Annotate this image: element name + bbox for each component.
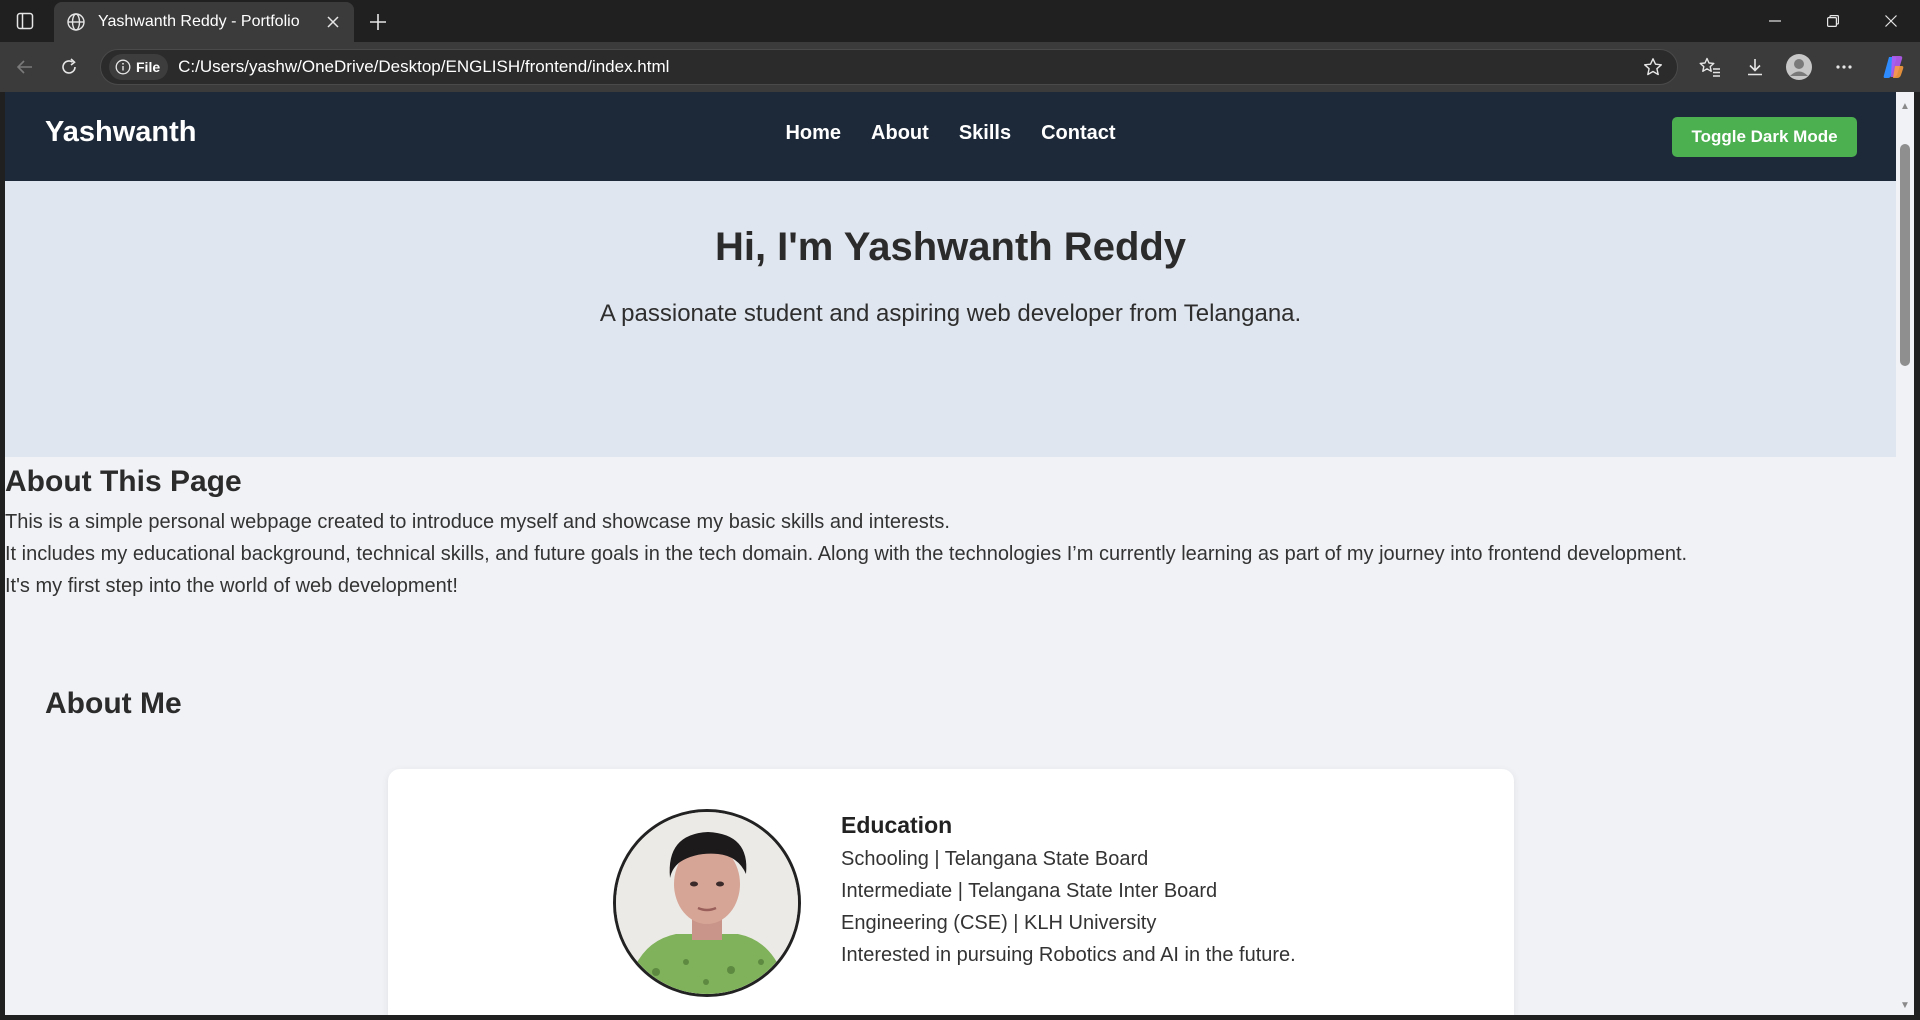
favorites-icon[interactable] <box>1695 52 1725 82</box>
education-title: Education <box>841 812 953 838</box>
hero-subheading: A passionate student and aspiring web de… <box>599 300 1302 327</box>
about-page-title: About This Page <box>5 465 242 498</box>
about-page-line: This is a simple personal webpage create… <box>5 511 950 533</box>
about-me-title: About Me <box>45 687 182 720</box>
info-icon <box>115 59 131 75</box>
hero-heading: Hi, I'm Yashwanth Reddy <box>714 225 1187 269</box>
hero-section: Hi, I'm Yashwanth Reddy A passionate stu… <box>5 181 1896 457</box>
restore-icon[interactable] <box>1810 6 1856 36</box>
page-scrollbar[interactable]: ▲ ▼ <box>1896 92 1914 1015</box>
address-bar[interactable]: File C:/Users/yashw/OneDrive/Desktop/ENG… <box>100 49 1678 85</box>
nav-link-about[interactable]: About <box>871 122 929 145</box>
site-info-button[interactable]: File <box>109 54 169 80</box>
education-line: Intermediate | Telangana State Inter Boa… <box>841 880 1218 902</box>
close-icon[interactable] <box>322 11 344 33</box>
site-info-label: File <box>136 59 161 75</box>
site-header: Yashwanth Home About Skills Contact Togg… <box>5 92 1896 181</box>
copilot-icon[interactable] <box>1878 52 1908 82</box>
page-viewport: Yashwanth Home About Skills Contact Togg… <box>5 92 1896 1015</box>
window-close-icon[interactable] <box>1868 6 1914 36</box>
scroll-down-icon[interactable]: ▼ <box>1899 999 1911 1011</box>
scroll-up-icon[interactable]: ▲ <box>1899 100 1911 112</box>
reload-icon[interactable] <box>54 52 84 82</box>
tab-actions-icon[interactable] <box>12 8 38 34</box>
tab-strip: Yashwanth Reddy - Portfolio <box>0 0 1920 42</box>
nav-link-skills[interactable]: Skills <box>959 122 1011 145</box>
toggle-dark-mode-button[interactable]: Toggle Dark Mode <box>1672 117 1857 157</box>
browser-toolbar: File C:/Users/yashw/OneDrive/Desktop/ENG… <box>0 42 1920 92</box>
plus-icon[interactable] <box>364 8 392 36</box>
browser-tab[interactable]: Yashwanth Reddy - Portfolio <box>54 2 354 42</box>
education-line: Interested in pursuing Robotics and AI i… <box>841 944 1296 966</box>
tab-title: Yashwanth Reddy - Portfolio <box>98 13 300 30</box>
about-me-card: Education Schooling | Telangana State Bo… <box>388 769 1514 1015</box>
star-icon[interactable] <box>1639 53 1667 81</box>
more-icon[interactable] <box>1829 52 1859 82</box>
about-page-line: It's my first step into the world of web… <box>5 575 458 597</box>
globe-icon <box>66 12 86 32</box>
profile-icon[interactable] <box>1784 52 1814 82</box>
nav-link-contact[interactable]: Contact <box>1041 122 1115 145</box>
education-line: Engineering (CSE) | KLH University <box>841 912 1157 934</box>
education-block: Education Schooling | Telangana State Bo… <box>841 812 1296 971</box>
profile-photo <box>613 809 801 997</box>
download-icon[interactable] <box>1740 52 1770 82</box>
nav-link-home[interactable]: Home <box>785 122 841 145</box>
back-arrow-icon[interactable] <box>10 52 40 82</box>
site-nav: Home About Skills Contact <box>5 122 1896 145</box>
education-line: Schooling | Telangana State Board <box>841 848 1149 870</box>
url-text[interactable]: C:/Users/yashw/OneDrive/Desktop/ENGLISH/… <box>178 57 1639 77</box>
scrollbar-thumb[interactable] <box>1900 144 1910 366</box>
minimize-icon[interactable] <box>1752 6 1798 36</box>
about-page-line: It includes my educational background, t… <box>5 543 1688 565</box>
about-page-section: About This Page This is a simple persona… <box>5 464 1896 602</box>
